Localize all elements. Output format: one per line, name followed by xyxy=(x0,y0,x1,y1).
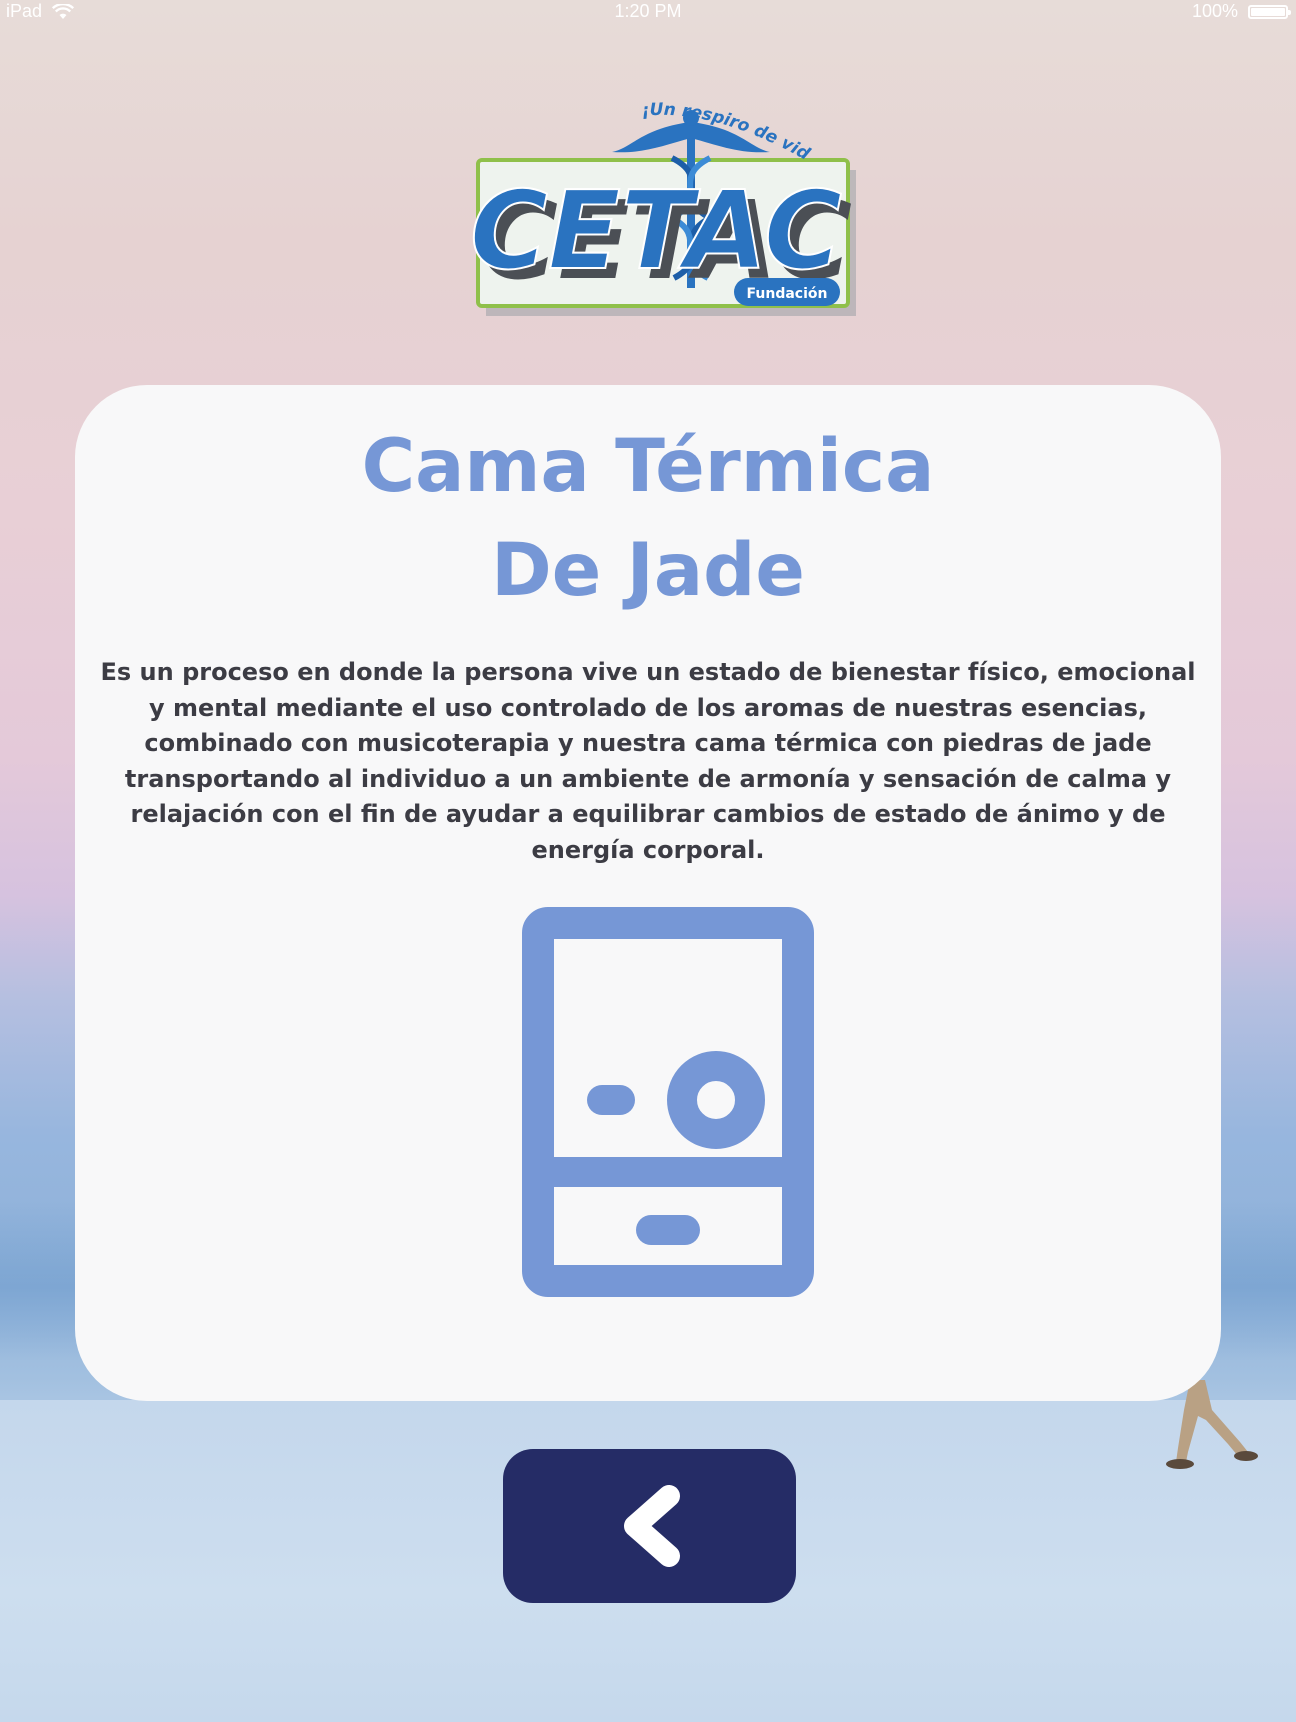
thermal-device-icon xyxy=(522,907,814,1297)
status-time: 1:20 PM xyxy=(614,1,682,21)
title-line-2: De Jade xyxy=(491,528,805,613)
logo-tagline: ¡Un respiro de vida! xyxy=(462,88,814,165)
logo-subtitle: Fundación xyxy=(747,286,828,302)
battery-icon xyxy=(1248,4,1291,19)
battery-fill xyxy=(1251,7,1285,16)
back-button[interactable] xyxy=(503,1449,796,1603)
title-line-1: Cama Térmica xyxy=(361,424,935,509)
chevron-left-icon xyxy=(624,1485,680,1567)
status-right: 100% xyxy=(1191,1,1291,22)
logo-name: CETAC xyxy=(470,169,842,294)
content-card: Cama Térmica De Jade Es un proceso en do… xyxy=(75,385,1221,1401)
page-title: Cama Térmica De Jade xyxy=(75,415,1221,623)
cetac-logo: ¡Un respiro de vida! CETAC CETAC Fundaci… xyxy=(462,88,856,316)
status-bar: iPad 1:20 PM 100% xyxy=(0,0,1296,24)
description-text: Es un proceso en donde la persona vive u… xyxy=(100,658,1196,864)
svg-text:¡Un respiro de vida!: ¡Un respiro de vida! xyxy=(462,88,814,165)
battery-percent: 100% xyxy=(1191,1,1238,21)
